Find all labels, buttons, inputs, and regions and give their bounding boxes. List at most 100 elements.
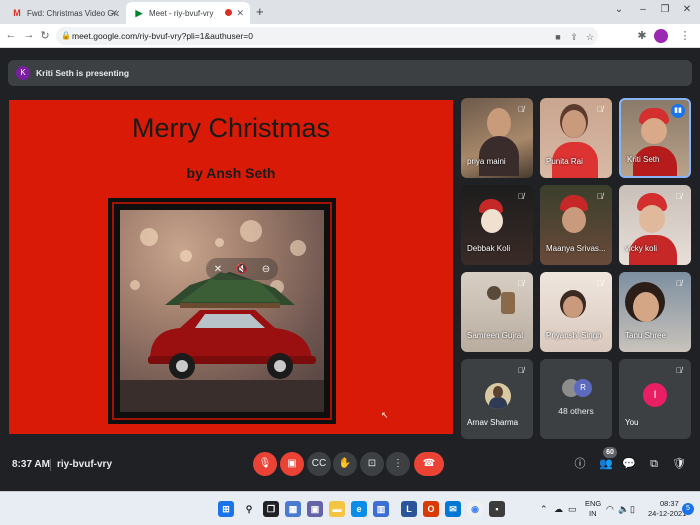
app-icon[interactable]: ▪	[489, 501, 505, 517]
search-icon[interactable]: ⚲	[241, 501, 257, 517]
car-with-tree-illustration	[120, 272, 324, 412]
widgets-icon[interactable]: ▦	[285, 501, 301, 517]
tray-chevron-icon[interactable]: ⌃	[540, 504, 548, 515]
participant-tile[interactable]: 🎙̸ Maanya Srivas...	[540, 185, 612, 265]
participant-tile[interactable]: 🎙̸ Debbak Koli	[461, 185, 533, 265]
camera-toggle-button[interactable]: ▣	[280, 452, 304, 476]
chrome-icon[interactable]: ◉	[467, 501, 483, 517]
pin-icon[interactable]: ✕	[210, 264, 226, 275]
profile-avatar[interactable]	[654, 29, 668, 43]
start-icon[interactable]: ⊞	[218, 501, 234, 517]
minimize-icon[interactable]: –	[636, 4, 650, 15]
participant-name: Priyanshi Singh	[546, 331, 602, 340]
bookmark-star-icon[interactable]: ☆	[584, 32, 596, 43]
participant-name: You	[625, 418, 639, 427]
tab-title: Meet - riy-bvuf-vry	[149, 8, 214, 18]
activities-icon[interactable]: ⧉	[646, 456, 662, 472]
reload-icon[interactable]: ↻	[38, 29, 52, 42]
extensions-icon[interactable]: ✱	[635, 29, 649, 42]
mute-audio-icon[interactable]: 🔇	[234, 264, 250, 275]
tab-gmail[interactable]: M Fwd: Christmas Video Group A ... ✕	[4, 2, 124, 24]
presenting-text: Kriti Seth is presenting	[36, 68, 130, 78]
menu-icon[interactable]: ⋮	[678, 29, 692, 42]
word-icon[interactable]: L	[401, 501, 417, 517]
mic-off-icon: 🎙̸	[597, 192, 603, 201]
divider	[50, 459, 51, 471]
mic-off-icon: 🎙̸	[518, 366, 524, 375]
clock-date[interactable]: 24-12-2021	[648, 509, 686, 518]
raise-hand-button[interactable]: ✋	[333, 452, 357, 476]
tab-search-icon[interactable]: ⌄	[612, 4, 626, 15]
participant-tile-active-speaker[interactable]: ▮▮ Kriti Seth	[619, 98, 691, 178]
battery-icon[interactable]: ▭	[568, 504, 577, 515]
forward-icon[interactable]: →	[22, 29, 36, 41]
participant-name: Maanya Srivas...	[546, 244, 606, 253]
captions-button[interactable]: CC	[307, 452, 331, 476]
participant-avatar	[485, 383, 511, 409]
speaking-indicator-icon: ▮▮	[671, 104, 685, 118]
mic-toggle-button[interactable]: 🎙	[253, 452, 277, 476]
participant-tile[interactable]: 🎙̸ priya maini	[461, 98, 533, 178]
christmas-car-image: ✕ 🔇 ⊖	[120, 210, 324, 412]
people-icon[interactable]: 👥	[598, 456, 614, 472]
gmail-icon: M	[13, 8, 21, 18]
edge-icon[interactable]: e	[351, 501, 367, 517]
more-vert-icon: ⋮	[393, 458, 403, 469]
store-icon[interactable]: ▥	[373, 501, 389, 517]
mic-off-icon: 🎙̸	[597, 279, 603, 288]
host-controls-icon[interactable]: 🛡	[671, 456, 687, 472]
close-icon[interactable]: ✕	[110, 8, 118, 19]
close-icon[interactable]: ✕	[236, 8, 244, 19]
mail-icon[interactable]: ✉	[445, 501, 461, 517]
meeting-details-icon[interactable]: ⓘ	[572, 456, 588, 472]
mic-off-icon: 🎙̸	[518, 279, 524, 288]
present-button[interactable]: ⊡	[360, 452, 384, 476]
office-icon[interactable]: O	[423, 501, 439, 517]
participant-tile[interactable]: 🎙̸ Samreen Gujral	[461, 272, 533, 352]
mic-off-icon: 🎙̸	[518, 192, 524, 201]
other-avatar-letter: R	[574, 379, 592, 397]
participant-tile[interactable]: 🎙̸ Priyanshi Singh	[540, 272, 612, 352]
meet-icon: ▶	[135, 8, 143, 18]
mic-off-icon: 🎙̸	[676, 366, 682, 375]
participant-name: Tanu Shree	[625, 331, 666, 340]
camera-icon[interactable]: ■	[552, 32, 564, 42]
new-tab-button[interactable]: +	[256, 4, 264, 19]
maximize-icon[interactable]: ❐	[658, 4, 672, 15]
back-icon[interactable]: ←	[4, 29, 18, 41]
volume-icon[interactable]: 🔈	[618, 504, 629, 515]
captions-icon: CC	[311, 458, 327, 469]
wifi-icon[interactable]: ◠	[606, 504, 614, 515]
participant-tile[interactable]: 🎙̸ Tanu Shree	[619, 272, 691, 352]
participant-name: Arnav Sharma	[467, 418, 519, 427]
url-field[interactable]: 🔒 meet.google.com/riy-bvuf-vry?pli=1&aut…	[56, 27, 598, 45]
tab-meet[interactable]: ▶ Meet - riy-bvuf-vry ✕	[126, 2, 250, 24]
clock-time[interactable]: 08:37	[660, 499, 679, 508]
task-view-icon[interactable]: ❐	[263, 501, 279, 517]
more-options-button[interactable]: ⋮	[386, 452, 410, 476]
recording-dot-icon	[225, 9, 232, 16]
participant-tile[interactable]: 🎙̸ vicky koli	[619, 185, 691, 265]
close-window-icon[interactable]: ✕	[680, 4, 694, 15]
remove-icon[interactable]: ⊖	[258, 264, 274, 275]
teams-chat-icon[interactable]: ▣	[307, 501, 323, 517]
cloud-icon[interactable]: ☁	[554, 504, 563, 515]
presentation-slide: Merry Christmas by Ansh Seth ✕ 🔇 ⊖ ↖	[9, 100, 453, 434]
present-screen-icon: ⊡	[367, 458, 377, 469]
file-explorer-icon[interactable]: ▬	[329, 501, 345, 517]
mic-off-icon: 🎙̸	[676, 279, 682, 288]
share-icon[interactable]: ⇪	[568, 32, 580, 43]
end-call-button[interactable]: ☎	[414, 452, 444, 476]
participant-name: priya maini	[467, 157, 506, 166]
others-tile[interactable]: R 48 others	[540, 359, 612, 439]
mic-off-icon: 🎙̸	[597, 105, 603, 114]
notification-badge[interactable]: 5	[682, 503, 694, 515]
url-text: meet.google.com/riy-bvuf-vry?pli=1&authu…	[72, 31, 253, 41]
participant-tile[interactable]: 🎙̸ Punita Rai	[540, 98, 612, 178]
chat-icon[interactable]: 💬	[621, 456, 637, 472]
participant-name: Punita Rai	[546, 157, 583, 166]
battery-status-icon[interactable]: ▯	[630, 504, 635, 515]
participant-tile[interactable]: 🎙̸ Arnav Sharma	[461, 359, 533, 439]
self-tile[interactable]: I 🎙̸ You	[619, 359, 691, 439]
language-indicator[interactable]: ENG	[585, 499, 601, 508]
